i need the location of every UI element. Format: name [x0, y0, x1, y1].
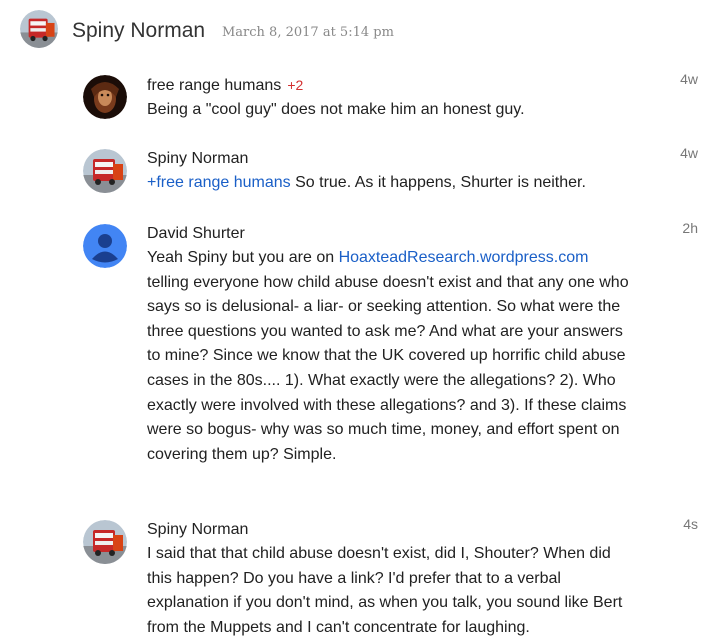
plus-one-count[interactable]: +2: [287, 77, 303, 93]
avatar[interactable]: [83, 224, 127, 268]
author-name[interactable]: Spiny Norman: [147, 147, 632, 171]
bus-photo-avatar-icon: [20, 10, 58, 48]
default-person-avatar-icon: [83, 224, 127, 268]
list-item: David Shurter Yeah Spiny but you are on …: [83, 220, 698, 492]
avatar[interactable]: [20, 10, 58, 48]
reply-body: free range humans +2 Being a "cool guy" d…: [147, 73, 632, 123]
reply-text: I said that that child abuse doesn't exi…: [147, 545, 623, 636]
post-author[interactable]: Spiny Norman: [72, 19, 205, 43]
avatar[interactable]: [83, 520, 127, 564]
reply-text: Yeah Spiny but you are on HoaxteadResear…: [147, 246, 632, 467]
bus-photo-avatar-icon: [83, 149, 127, 193]
avatar[interactable]: [83, 75, 127, 119]
mention-link[interactable]: +free range humans: [147, 174, 291, 191]
reply-timestamp[interactable]: 4w: [680, 71, 698, 87]
portrait-photo-avatar-icon: [83, 75, 127, 119]
reply-text-after: telling everyone how child abuse doesn't…: [147, 273, 629, 463]
reply-timestamp[interactable]: 4w: [680, 145, 698, 161]
reply-timestamp[interactable]: 2h: [682, 220, 698, 236]
avatar[interactable]: [83, 149, 127, 193]
author-name[interactable]: Spiny Norman: [147, 518, 632, 542]
reply-timestamp[interactable]: 4s: [683, 516, 698, 532]
reply-text: +free range humans So true. As it happen…: [147, 171, 632, 196]
external-link[interactable]: HoaxteadResearch.wordpress.com: [339, 249, 589, 266]
reply-body: Spiny Norman I said that that child abus…: [147, 518, 632, 640]
reply-text-content: So true. As it happens, Shurter is neith…: [290, 174, 586, 191]
reply-text-before: Yeah Spiny but you are on: [147, 249, 339, 266]
list-item: Spiny Norman I said that that child abus…: [83, 516, 698, 640]
reply-body: David Shurter Yeah Spiny but you are on …: [147, 222, 632, 467]
author-name[interactable]: free range humans: [147, 77, 281, 94]
reply-body: Spiny Norman +free range humans So true.…: [147, 147, 632, 196]
reply-text: Being a "cool guy" does not make him an …: [147, 101, 525, 118]
list-item: Spiny Norman +free range humans So true.…: [83, 145, 698, 197]
bus-photo-avatar-icon: [83, 520, 127, 564]
post-header: Spiny Norman March 8, 2017 at 5:14 pm: [20, 10, 710, 50]
author-name[interactable]: David Shurter: [147, 222, 632, 246]
post-date[interactable]: March 8, 2017 at 5:14 pm: [222, 25, 394, 40]
list-item: free range humans +2 Being a "cool guy" d…: [83, 71, 698, 123]
reply-author: free range humans +2: [147, 73, 632, 98]
